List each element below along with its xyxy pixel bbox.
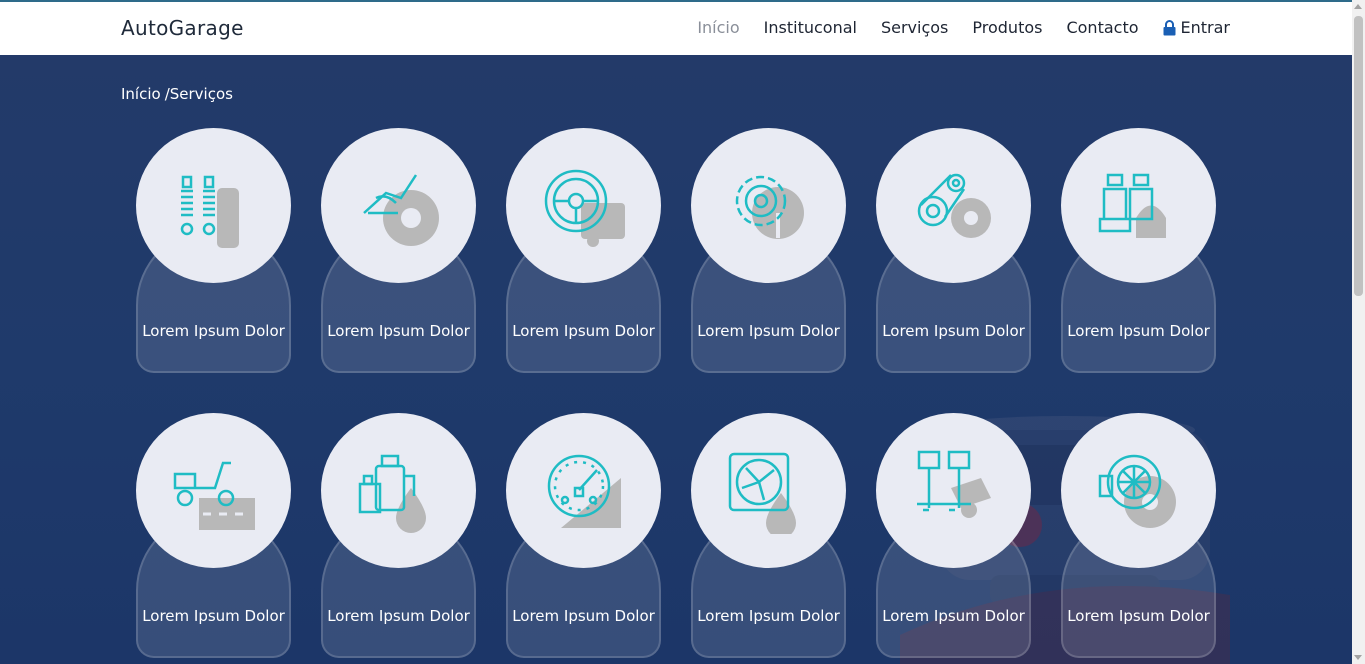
service-card[interactable]: Lorem Ipsum Dolor xyxy=(1061,413,1216,658)
service-icon-circle xyxy=(136,413,291,568)
service-icon-circle xyxy=(691,128,846,283)
nav-produtos[interactable]: Produtos xyxy=(972,18,1042,37)
shock-absorber-icon xyxy=(180,175,239,248)
car-seat-brake-icon xyxy=(362,173,439,246)
services-section: Início/Serviços Lorem Ipsum Dolor Lorem … xyxy=(0,55,1352,664)
scrollbar-thumb[interactable] xyxy=(1354,16,1363,296)
service-card-label: Lorem Ipsum Dolor xyxy=(512,322,655,340)
login-link[interactable]: Entrar xyxy=(1163,18,1230,37)
login-label: Entrar xyxy=(1180,18,1230,37)
service-card-label: Lorem Ipsum Dolor xyxy=(697,322,840,340)
speedometer-icon xyxy=(547,454,621,528)
pistons-icon xyxy=(916,450,991,518)
service-card[interactable]: Lorem Ipsum Dolor xyxy=(136,413,291,658)
seats-icon xyxy=(1098,173,1166,238)
service-icon-circle xyxy=(506,413,661,568)
timing-belt-icon xyxy=(917,173,991,238)
breadcrumb-separator: / xyxy=(164,85,170,103)
service-icon-circle xyxy=(321,413,476,568)
radiator-fan-icon xyxy=(728,452,796,534)
service-card[interactable]: Lorem Ipsum Dolor xyxy=(876,128,1031,373)
service-card-label: Lorem Ipsum Dolor xyxy=(1067,322,1210,340)
oil-can-icon xyxy=(358,454,426,533)
steering-wheel-icon xyxy=(544,169,625,247)
breadcrumb-home[interactable]: Início xyxy=(121,85,161,103)
service-card-label: Lorem Ipsum Dolor xyxy=(327,322,470,340)
nav-inicio[interactable]: Início xyxy=(697,18,739,37)
service-card-label: Lorem Ipsum Dolor xyxy=(142,607,285,625)
service-card-label: Lorem Ipsum Dolor xyxy=(882,607,1025,625)
scrollbar[interactable] xyxy=(1352,0,1365,664)
service-card-label: Lorem Ipsum Dolor xyxy=(142,322,285,340)
breadcrumb-current: Serviços xyxy=(169,85,233,103)
nav-institucional[interactable]: Instituconal xyxy=(764,18,857,37)
service-icon-circle xyxy=(321,128,476,283)
service-icon-circle xyxy=(691,413,846,568)
scroll-up-arrow[interactable] xyxy=(1354,4,1362,9)
lock-icon xyxy=(1163,19,1176,35)
service-card[interactable]: Lorem Ipsum Dolor xyxy=(321,128,476,373)
main-nav: Início Instituconal Serviços Produtos Co… xyxy=(673,18,1230,37)
gear-icon xyxy=(735,175,804,239)
scroll-down-arrow[interactable] xyxy=(1354,655,1362,660)
service-icon-circle xyxy=(136,128,291,283)
service-icon-circle xyxy=(1061,128,1216,283)
nav-servicos[interactable]: Serviços xyxy=(881,18,948,37)
service-icon-circle xyxy=(506,128,661,283)
service-icon-circle xyxy=(1061,413,1216,568)
service-card-label: Lorem Ipsum Dolor xyxy=(327,607,470,625)
service-card[interactable]: Lorem Ipsum Dolor xyxy=(691,128,846,373)
service-card-label: Lorem Ipsum Dolor xyxy=(512,607,655,625)
service-icon-circle xyxy=(876,413,1031,568)
nav-contacto[interactable]: Contacto xyxy=(1066,18,1138,37)
breadcrumb: Início/Serviços xyxy=(121,85,237,103)
service-icon-circle xyxy=(876,128,1031,283)
service-card-label: Lorem Ipsum Dolor xyxy=(882,322,1025,340)
service-card-label: Lorem Ipsum Dolor xyxy=(697,607,840,625)
service-card[interactable]: Lorem Ipsum Dolor xyxy=(506,128,661,373)
service-card[interactable]: Lorem Ipsum Dolor xyxy=(321,413,476,658)
service-card[interactable]: Lorem Ipsum Dolor xyxy=(691,413,846,658)
brand-logo[interactable]: AutoGarage xyxy=(121,16,244,40)
scooter-icon xyxy=(173,461,255,530)
turbo-icon xyxy=(1098,454,1176,528)
service-card[interactable]: Lorem Ipsum Dolor xyxy=(136,128,291,373)
service-card[interactable]: Lorem Ipsum Dolor xyxy=(876,413,1031,658)
service-card[interactable]: Lorem Ipsum Dolor xyxy=(506,413,661,658)
service-card-label: Lorem Ipsum Dolor xyxy=(1067,607,1210,625)
top-navbar: AutoGarage Início Instituconal Serviços … xyxy=(0,0,1352,55)
service-card[interactable]: Lorem Ipsum Dolor xyxy=(1061,128,1216,373)
